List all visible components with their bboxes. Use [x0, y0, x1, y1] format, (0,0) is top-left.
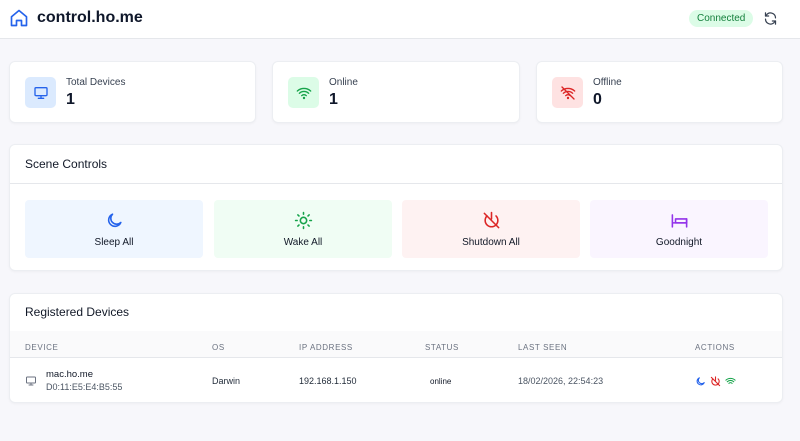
column-header-status: STATUS — [425, 343, 459, 352]
scene-label: Sleep All — [94, 237, 134, 248]
column-header-device: DEVICE — [25, 343, 59, 352]
shutdown-all-button[interactable]: Shutdown All — [402, 200, 580, 258]
stat-card-total-devices: Total Devices 1 — [9, 61, 256, 123]
device-last-seen: 18/02/2026, 22:54:23 — [518, 376, 604, 386]
moon-icon — [107, 213, 122, 228]
bed-icon — [671, 214, 688, 228]
scene-label: Shutdown All — [462, 237, 520, 248]
wifi-off-icon — [552, 77, 583, 108]
device-ip-address: 192.168.1.150 — [299, 376, 357, 386]
device-name: mac.ho.me — [46, 369, 93, 380]
column-header-os: OS — [212, 343, 225, 352]
top-bar: control.ho.me Connected — [0, 0, 800, 39]
monitor-icon — [25, 77, 56, 108]
stat-label: Online — [329, 77, 358, 88]
registered-devices-title: Registered Devices — [25, 305, 130, 319]
column-header-last-seen: LAST SEEN — [518, 343, 568, 352]
sleep-all-button[interactable]: Sleep All — [25, 200, 203, 258]
stat-value: 1 — [329, 91, 338, 108]
device-status: online — [430, 377, 452, 386]
column-header-actions: ACTIONS — [695, 343, 735, 352]
stat-value: 1 — [66, 91, 75, 108]
scene-label: Goodnight — [655, 237, 703, 248]
wifi-icon[interactable] — [725, 376, 736, 387]
scene-label: Wake All — [283, 237, 323, 248]
device-mac-address: D0:11:E5:E4:B5:55 — [46, 382, 123, 392]
moon-icon[interactable] — [695, 376, 706, 387]
wifi-icon — [288, 77, 319, 108]
scene-controls-panel: Scene Controls Sleep All Wake All Shutdo… — [9, 144, 783, 271]
stat-label: Offline — [593, 77, 622, 88]
monitor-icon — [26, 376, 36, 386]
table-divider — [10, 357, 782, 358]
goodnight-button[interactable]: Goodnight — [590, 200, 768, 258]
registered-devices-panel: Registered Devices DEVICE OS IP ADDRESS … — [9, 293, 783, 403]
home-icon[interactable] — [9, 8, 29, 28]
device-os: Darwin — [212, 376, 241, 386]
app-title: control.ho.me — [37, 9, 143, 26]
refresh-icon[interactable] — [763, 11, 778, 26]
stat-label: Total Devices — [66, 77, 126, 88]
stat-card-offline: Offline 0 — [536, 61, 783, 123]
power-off-icon[interactable] — [710, 376, 721, 387]
wake-all-button[interactable]: Wake All — [214, 200, 392, 258]
section-divider — [10, 183, 782, 184]
table-header-row — [10, 331, 782, 357]
scene-controls-title: Scene Controls — [25, 157, 108, 171]
sun-icon — [294, 211, 313, 230]
stat-value: 0 — [593, 91, 602, 108]
column-header-ip-address: IP ADDRESS — [299, 343, 353, 352]
connection-status-badge: Connected — [689, 10, 754, 27]
stat-card-online: Online 1 — [272, 61, 520, 123]
power-off-icon — [483, 211, 500, 229]
